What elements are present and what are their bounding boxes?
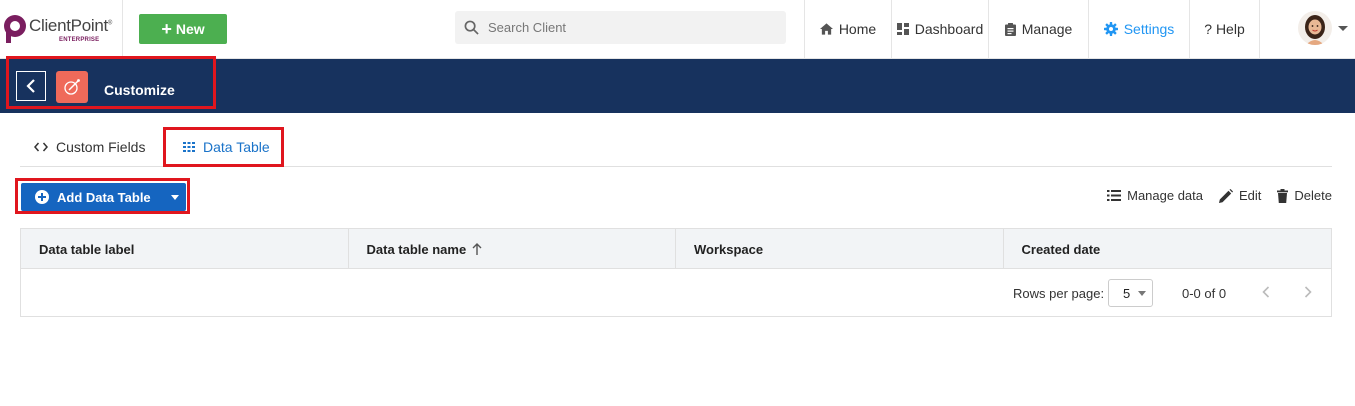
- table-pagination: Rows per page: 5 0-0 of 0: [21, 269, 1331, 316]
- nav-manage[interactable]: Manage: [988, 0, 1088, 58]
- user-avatar-icon: [1298, 11, 1332, 45]
- nav-manage-label: Manage: [1021, 21, 1073, 37]
- nav-home[interactable]: Home: [804, 0, 891, 58]
- clientpoint-logo-mark-icon: [4, 15, 26, 43]
- chevron-right-icon: [1304, 286, 1312, 298]
- edit-button[interactable]: Edit: [1219, 188, 1261, 203]
- nav-help[interactable]: ? Help: [1189, 0, 1260, 58]
- column-header-created-date-text: Created date: [1021, 241, 1101, 257]
- nav-settings-label: Settings: [1123, 21, 1175, 37]
- brand-name: ClientPoint®: [29, 16, 113, 35]
- nav-dashboard-label: Dashboard: [914, 21, 984, 37]
- previous-page-button[interactable]: [1256, 282, 1276, 302]
- dashboard-icon: [896, 23, 909, 35]
- code-icon: [34, 142, 48, 152]
- home-icon: [819, 23, 833, 35]
- search-icon: [464, 20, 479, 35]
- column-header-created-date[interactable]: Created date: [1004, 229, 1332, 269]
- highlight-box-add: [15, 178, 190, 214]
- logo-divider: [122, 0, 123, 58]
- avatar: [1298, 11, 1332, 45]
- search-input[interactable]: [488, 20, 768, 35]
- nav-dashboard[interactable]: Dashboard: [891, 0, 988, 58]
- chevron-left-icon: [1262, 286, 1270, 298]
- clientpoint-logo[interactable]: ClientPoint® ENTERPRISE: [2, 14, 120, 46]
- rows-per-page-label: Rows per page:: [1013, 286, 1105, 301]
- clipboard-icon: [1004, 22, 1016, 36]
- table-actions: Manage data Edit Delete: [1107, 188, 1332, 203]
- highlight-box-header: [6, 56, 216, 109]
- chevron-down-icon: [1338, 25, 1348, 31]
- next-page-button[interactable]: [1298, 282, 1318, 302]
- gear-icon: [1103, 22, 1118, 36]
- delete-button[interactable]: Delete: [1277, 188, 1332, 203]
- column-header-name-text: Data table name: [366, 241, 467, 257]
- plus-icon: +: [161, 19, 172, 39]
- new-button[interactable]: + New: [139, 14, 227, 44]
- manage-data-button[interactable]: Manage data: [1107, 188, 1203, 203]
- rows-per-page-value: 5: [1123, 285, 1131, 301]
- tab-custom-fields-label: Custom Fields: [56, 139, 146, 155]
- column-header-workspace[interactable]: Workspace: [676, 229, 1004, 269]
- highlight-box-tab: [163, 127, 284, 167]
- sort-arrow-up-icon: [472, 243, 482, 255]
- caret-down-icon: [1138, 290, 1147, 296]
- search-box[interactable]: [455, 11, 786, 44]
- main-nav: Home Dashboard Manage Settings ? Help: [804, 0, 1260, 58]
- column-header-label[interactable]: Data table label: [21, 229, 349, 269]
- tab-custom-fields[interactable]: Custom Fields: [34, 130, 145, 164]
- column-header-name[interactable]: Data table name: [349, 229, 676, 269]
- brand-edition: ENTERPRISE: [59, 37, 100, 43]
- edit-label: Edit: [1239, 188, 1262, 203]
- table-header: Data table label Data table name Workspa…: [21, 229, 1331, 269]
- user-menu[interactable]: [1298, 11, 1348, 45]
- top-navbar: ClientPoint® ENTERPRISE + New Home: [0, 0, 1355, 59]
- nav-settings[interactable]: Settings: [1088, 0, 1189, 58]
- data-table-grid: Data table label Data table name Workspa…: [20, 228, 1332, 317]
- column-header-workspace-text: Workspace: [694, 241, 764, 257]
- trash-icon: [1277, 188, 1289, 203]
- pagination-range: 0-0 of 0: [1182, 286, 1227, 301]
- manage-data-label: Manage data: [1127, 188, 1204, 203]
- nav-help-label: ? Help: [1204, 21, 1245, 37]
- delete-label: Delete: [1294, 188, 1332, 203]
- list-icon: [1107, 190, 1122, 201]
- new-button-label: New: [175, 21, 205, 37]
- pencil-icon: [1219, 188, 1234, 203]
- nav-home-label: Home: [838, 21, 877, 37]
- column-header-label-text: Data table label: [39, 241, 135, 257]
- rows-per-page-select[interactable]: 5: [1108, 279, 1153, 307]
